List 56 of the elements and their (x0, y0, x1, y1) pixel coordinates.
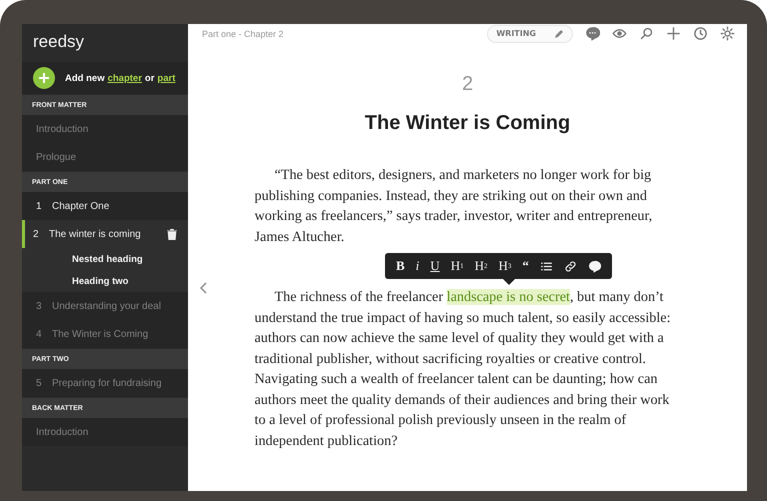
chapter-title: The Winter is Coming (364, 112, 570, 135)
toolbar-button[interactable] (612, 26, 627, 41)
breadcrumb: Part one - Chapter 2 (202, 28, 285, 38)
chapter-number: 2 (33, 228, 40, 240)
chapter-item[interactable]: 3 Understanding your deal (22, 292, 188, 320)
link-icon (564, 260, 577, 272)
plus-icon (666, 26, 681, 41)
previous-button[interactable] (200, 282, 208, 294)
toolbar-button[interactable] (720, 26, 735, 41)
pencil-icon (554, 28, 564, 38)
format-button[interactable]: B (390, 255, 410, 277)
paragraph: The richness of the freelancer landscape is no secret, but many don’t understand the true impact of having so much talent, so easily accessible: authors can now achieve the same level of quality they would get with a traditional publisher, without sacrificing royalties or creative control. Navigating such a wealth of freelancer talent can be daunting; how can authors meet the quality demands of their audiences and bring their work to a level of professional polish previously unseen in the realm of independent publication? (254, 288, 672, 450)
eye-icon (612, 26, 627, 41)
chapter-number: 5 (36, 378, 43, 388)
comment-icon (588, 260, 601, 272)
chapter-number: 2 (462, 73, 474, 96)
chapter-item[interactable]: Introduction (22, 418, 188, 446)
chapter-number: 4 (36, 328, 43, 340)
chapter-item[interactable]: 4 The Winter is Coming (22, 320, 188, 348)
chapter-title: Preparing for fundraising (52, 378, 163, 388)
chapter-item[interactable]: Prologue (22, 143, 188, 171)
chapter-title: Introduction (36, 124, 90, 134)
paragraph: “The best editors, designers, and marketers no longer work for big publishing companies. Instead, they are striking out on their own and working as freelancers,” says trader, investor, writer and entrepreneur, James Altucher. (254, 166, 654, 246)
format-button[interactable]: i (410, 255, 425, 277)
format-button[interactable]: U (424, 255, 446, 277)
chapter-item[interactable]: 1 Chapter One (22, 192, 188, 220)
chapter-item[interactable]: 2 The winter is coming (22, 220, 188, 248)
chapter-item[interactable]: Introduction (22, 115, 188, 143)
clock-icon (693, 26, 708, 41)
list-icon (540, 260, 553, 272)
trash-icon[interactable] (167, 228, 177, 240)
mode-switch[interactable]: WRITING (487, 24, 573, 42)
toolbar-button[interactable] (666, 26, 681, 41)
settings-icon (720, 26, 735, 41)
chapter-title: Understanding your deal (52, 300, 162, 312)
add-new-label: Add new (65, 72, 105, 84)
heading-item[interactable]: Nested heading (22, 248, 188, 270)
chapter-title: The Winter is Coming (52, 328, 150, 340)
chapter-title: Prologue (36, 152, 78, 162)
chapter-number: 1 (36, 200, 43, 212)
chapter-title: Introduction (36, 426, 90, 438)
add-icon[interactable] (33, 67, 55, 89)
toolbar-button[interactable] (693, 26, 708, 41)
chapter-title: Chapter One (52, 200, 110, 212)
part-link[interactable]: part (157, 72, 176, 84)
format-button[interactable]: “ (516, 255, 534, 277)
logo: reedsy (32, 31, 86, 53)
toolbar-button[interactable] (585, 26, 600, 41)
search-icon (639, 26, 654, 41)
toolbar-button[interactable] (639, 26, 654, 41)
chapter-number: 3 (36, 300, 43, 312)
chapter-title: The winter is coming (49, 228, 142, 240)
chapter-link[interactable]: chapter (108, 72, 142, 84)
heading-item[interactable]: Heading two (22, 270, 188, 292)
chapter-item[interactable]: 5 Preparing for fundraising (22, 369, 188, 397)
or-label: or (144, 72, 154, 84)
